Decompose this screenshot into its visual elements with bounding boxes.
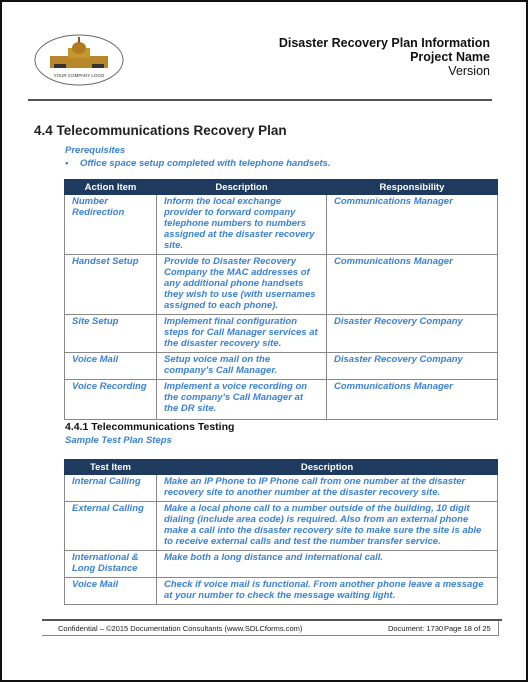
cell: Communications Manager: [326, 254, 498, 315]
column-header: Action Item: [64, 179, 157, 195]
cell: Handset Setup: [64, 254, 157, 315]
cell: Check if voice mail is functional. From …: [156, 577, 498, 605]
cell: Make both a long distance and internatio…: [156, 550, 498, 578]
table-row: International & Long Distance Make both a…: [64, 550, 498, 578]
cell: Site Setup: [64, 314, 157, 353]
table-row: Voice Recording Implement a voice recordi…: [64, 379, 498, 420]
cell: Make an IP Phone to IP Phone call from o…: [156, 474, 498, 502]
prerequisite-text: Office space setup completed with teleph…: [80, 158, 331, 169]
cell: Communications Manager: [326, 379, 498, 420]
cell: Communications Manager: [326, 194, 498, 255]
cell: Voice Mail: [64, 577, 157, 605]
subsection-heading: 4.4.1 Telecommunications Testing: [65, 421, 235, 433]
version: Version: [448, 64, 490, 78]
cell: Inform the local exchange provider to fo…: [156, 194, 327, 255]
document-header: Disaster Recovery Plan Information Proje…: [279, 36, 490, 78]
prerequisites-label: Prerequisites: [65, 145, 126, 156]
table-row: Voice Mail Setup voice mail on the compan…: [64, 352, 498, 380]
svg-text:YOUR COMPANY LOGO: YOUR COMPANY LOGO: [54, 73, 105, 78]
project-name: Project Name: [410, 50, 490, 64]
table-row: Handset Setup Provide to Disaster Recover…: [64, 254, 498, 315]
table-row: External Calling Make a local phone call …: [64, 501, 498, 551]
prerequisite-item: • Office space setup completed with telep…: [65, 158, 331, 169]
table-header-row: Action Item Description Responsibility: [64, 179, 498, 195]
table-row: Voice Mail Check if voice mail is functio…: [64, 577, 498, 605]
cell: Provide to Disaster Recovery Company the…: [156, 254, 327, 315]
header-divider: [28, 99, 492, 101]
column-header: Responsibility: [326, 179, 498, 195]
cell: Disaster Recovery Company: [326, 314, 498, 353]
column-header: Test Item: [64, 459, 157, 475]
document-title: Disaster Recovery Plan Information: [278, 36, 490, 50]
cell: Make a local phone call to a number outs…: [156, 501, 498, 551]
column-header: Description: [156, 179, 327, 195]
cell: Setup voice mail on the company's Call M…: [156, 352, 327, 380]
page-footer: Confidential – ©2015 Documentation Consu…: [42, 621, 499, 636]
subsection-subtitle: Sample Test Plan Steps: [65, 435, 172, 446]
testing-table: Test Item Description Internal Calling Ma…: [64, 459, 498, 605]
document-page: YOUR COMPANY LOGO Disaster Recovery Plan…: [0, 0, 528, 682]
table-row: Site Setup Implement final configuration …: [64, 314, 498, 353]
cell: Voice Recording: [64, 379, 157, 420]
cell: Number Redirection: [64, 194, 157, 255]
footer-document-number: Document: 1730: [388, 624, 444, 633]
footer-copyright: Confidential – ©2015 Documentation Consu…: [58, 624, 303, 633]
column-header: Description: [156, 459, 498, 475]
company-logo: YOUR COMPANY LOGO: [34, 34, 124, 86]
cell: Internal Calling: [64, 474, 157, 502]
table-header-row: Test Item Description: [64, 459, 498, 475]
cell: Implement final configuration steps for …: [156, 314, 327, 353]
cell: Voice Mail: [64, 352, 157, 380]
table-row: Internal Calling Make an IP Phone to IP P…: [64, 474, 498, 502]
footer-page-number: Page 18 of 25: [444, 624, 491, 633]
cell: International & Long Distance: [64, 550, 157, 578]
cell: External Calling: [64, 501, 157, 551]
recovery-plan-table: Action Item Description Responsibility N…: [64, 179, 498, 420]
table-row: Number Redirection Inform the local excha…: [64, 194, 498, 255]
cell: Disaster Recovery Company: [326, 352, 498, 380]
section-heading: 4.4 Telecommunications Recovery Plan: [34, 123, 287, 138]
cell: Implement a voice recording on the compa…: [156, 379, 327, 420]
